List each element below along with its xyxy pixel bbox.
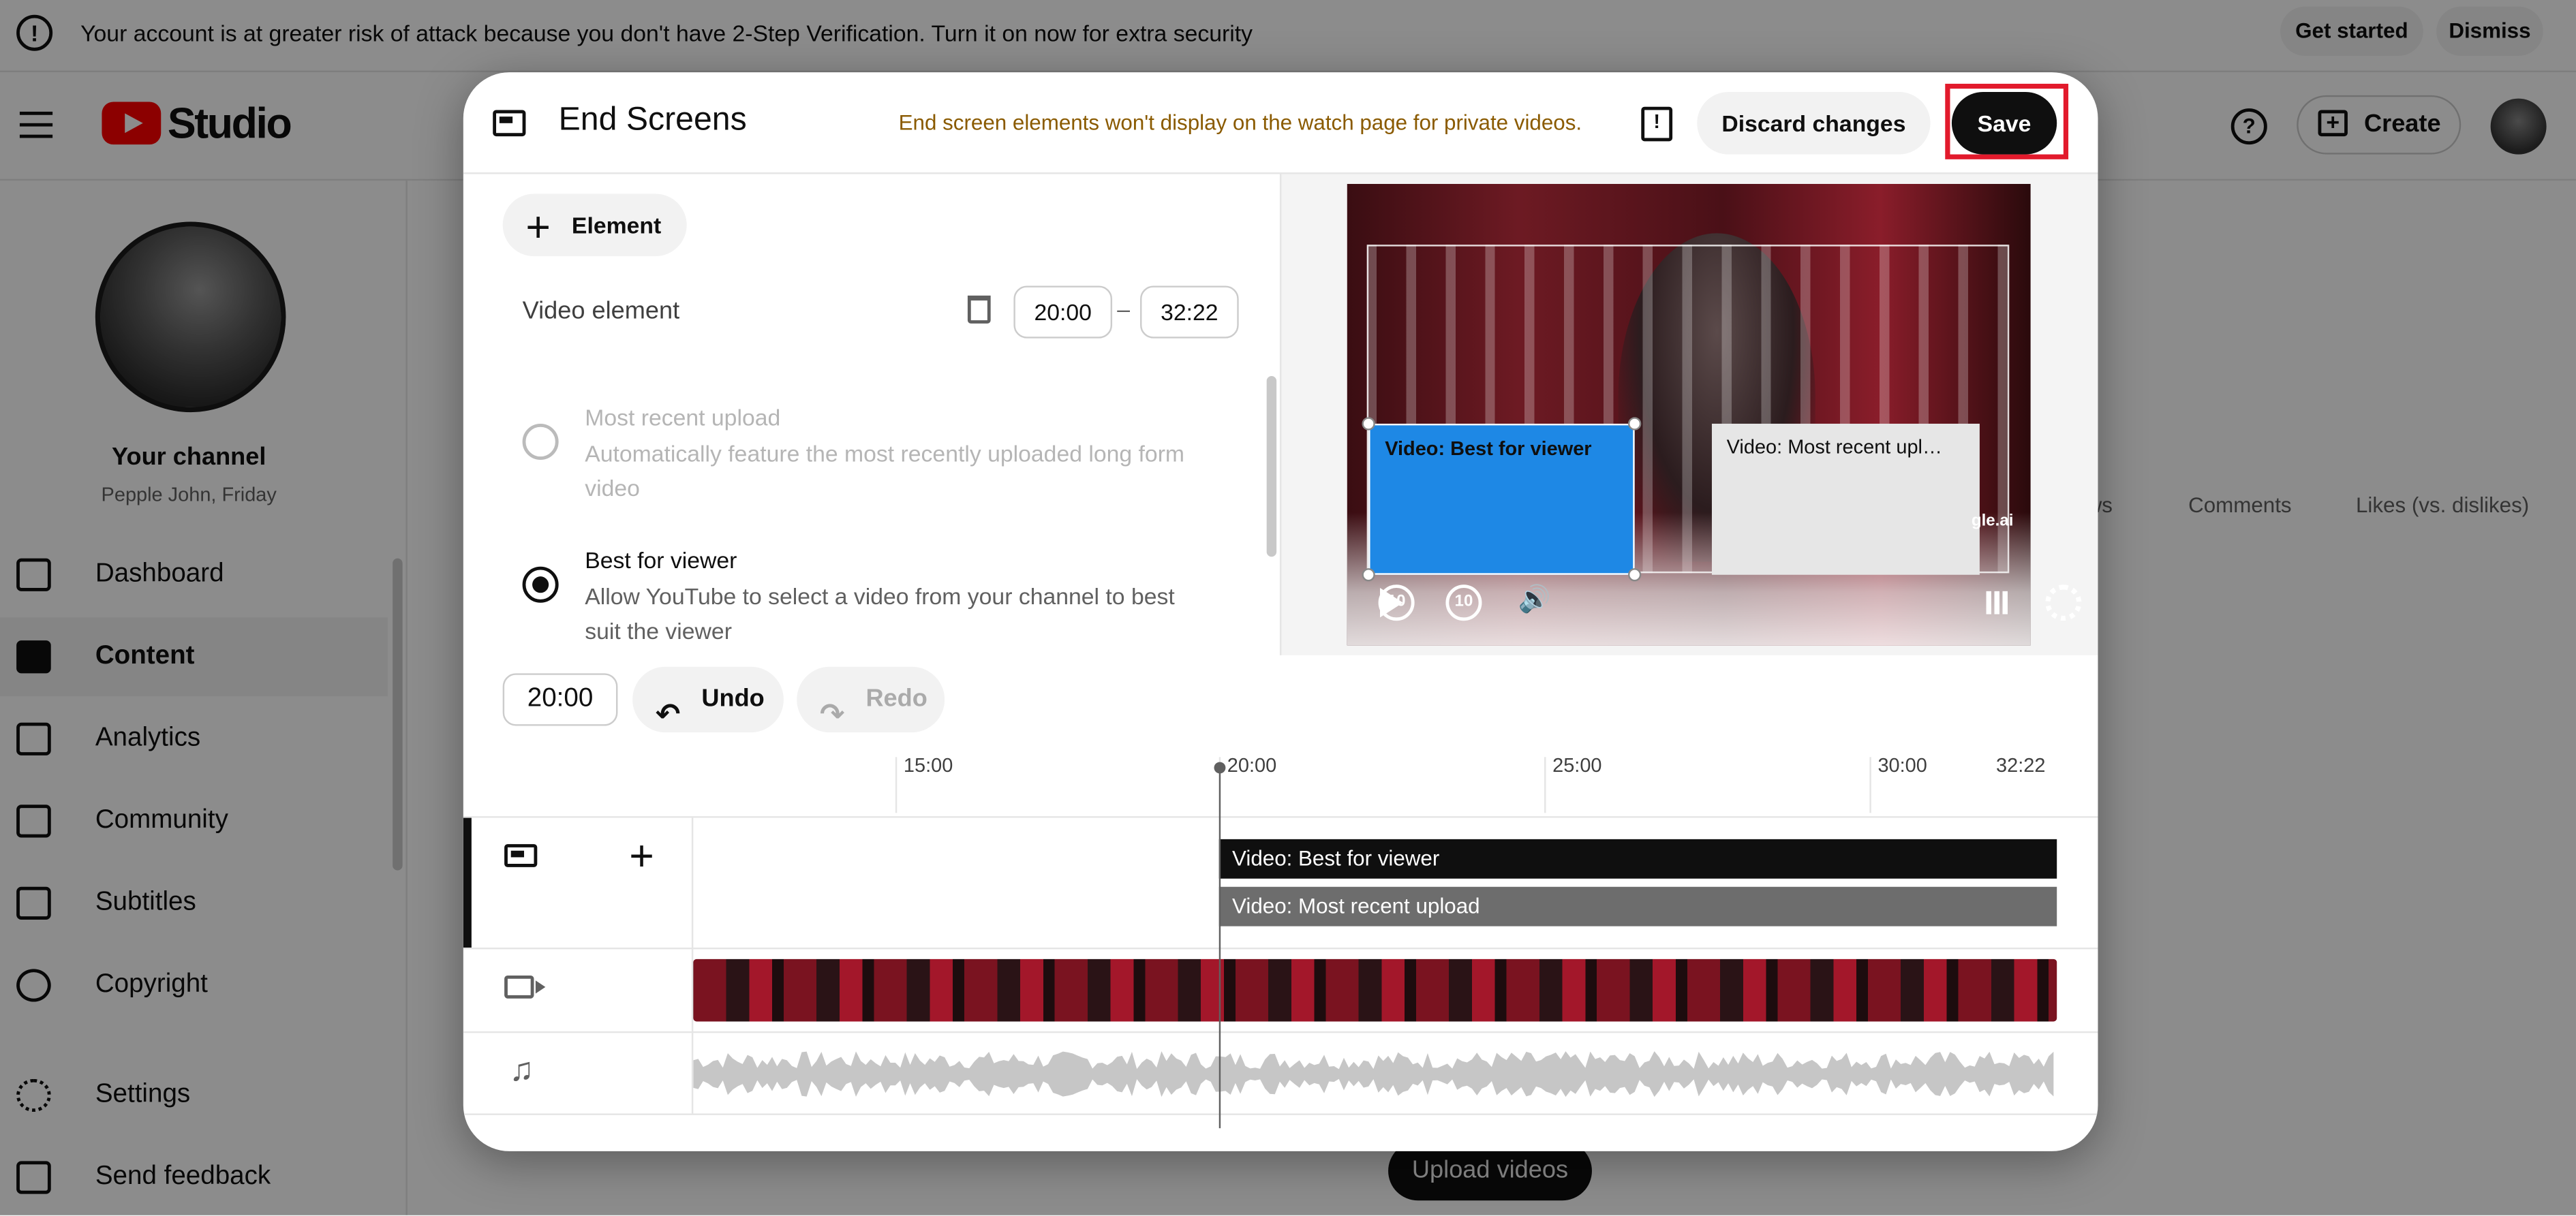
radio-best-for-viewer[interactable] [522, 566, 559, 603]
track-label-column: + [463, 817, 694, 948]
ruler-label: 30:00 [1877, 753, 1927, 777]
radio-most-recent[interactable] [522, 423, 559, 460]
resize-handle-bottom-left[interactable] [1362, 568, 1375, 582]
resize-handle-top-left[interactable] [1362, 417, 1375, 431]
resize-handle-top-right[interactable] [1628, 417, 1642, 431]
video-element-label: Video element [522, 297, 680, 326]
trash-icon[interactable] [967, 295, 991, 324]
video-track [463, 947, 2098, 1031]
preview-most-recent-element[interactable]: Video: Most recent upl… [1711, 423, 1980, 575]
preview-best-for-viewer-element[interactable]: Video: Best for viewer [1368, 423, 1635, 575]
ruler-label: 15:00 [903, 753, 953, 777]
element-end-time[interactable]: 32:22 [1140, 285, 1239, 339]
music-note-icon: ♫ [509, 1053, 534, 1089]
playhead[interactable] [1214, 762, 1226, 1129]
clip-best-for-viewer[interactable]: Video: Best for viewer [1218, 839, 2057, 879]
end-screens-dialog: End Screens End screen elements won't di… [463, 72, 2098, 1151]
clip-most-recent-upload[interactable]: Video: Most recent upload [1218, 886, 2057, 926]
timeline: 15:00 20:00 25:00 30:00 32:22 + Video: B… [463, 744, 2098, 1151]
ruler-tick [1544, 757, 1546, 813]
redo-icon: ↷ [819, 698, 845, 731]
element-panel: + Element Video element 20:00 – 32:22 Mo… [463, 174, 1280, 655]
panel-scrollbar[interactable] [1266, 376, 1277, 557]
option-most-recent-upload[interactable]: Most recent upload Automatically feature… [522, 404, 1212, 503]
video-preview-area: Video: Most recent upl… Video: Best for … [1279, 174, 2098, 655]
ruler-tick [895, 757, 898, 813]
end-screen-icon [493, 110, 526, 137]
video-filmstrip[interactable] [693, 958, 2057, 1022]
end-screen-track-icon [504, 844, 538, 867]
plus-icon: + [525, 202, 551, 251]
watermark-text: gle.ai [1971, 512, 2014, 531]
ruler-label-end: 32:22 [1996, 753, 2046, 777]
track-label-column: ♫ [463, 1033, 694, 1114]
time-range-dash: – [1117, 295, 1131, 322]
rewind-10-icon[interactable]: 10 [1378, 584, 1415, 621]
current-time-field[interactable]: 20:00 [502, 673, 618, 726]
ruler-tick [1869, 757, 1871, 813]
resize-handle-bottom-right[interactable] [1628, 568, 1642, 582]
element-start-time[interactable]: 20:00 [1013, 285, 1113, 339]
grid-icon[interactable] [1986, 591, 2010, 614]
gear-icon[interactable] [2045, 584, 2082, 621]
dialog-header: End Screens End screen elements won't di… [463, 72, 2098, 174]
add-element-button[interactable]: + Element [502, 193, 687, 257]
video-camera-icon [504, 975, 546, 999]
private-warning: End screen elements won't display on the… [898, 110, 1582, 135]
ruler-label: 20:00 [1227, 753, 1277, 777]
discard-changes-button[interactable]: Discard changes [1697, 91, 1931, 155]
track-label-column [463, 949, 694, 1031]
video-preview[interactable]: Video: Most recent upl… Video: Best for … [1347, 183, 2031, 646]
option-best-for-viewer[interactable]: Best for viewer Allow YouTube to select … [522, 547, 1212, 646]
ruler-label: 25:00 [1552, 753, 1602, 777]
audio-waveform[interactable] [693, 1049, 2057, 1098]
undo-icon: ↶ [655, 698, 681, 731]
add-track-element-icon[interactable]: + [629, 831, 654, 882]
volume-icon[interactable]: 🔊 [1518, 584, 1550, 617]
redo-button[interactable]: ↷ Redo [797, 666, 945, 733]
forward-10-icon[interactable]: 10 [1445, 584, 1482, 621]
audio-track: ♫ [463, 1031, 2098, 1115]
end-screen-track: + Video: Best for viewer Video: Most rec… [463, 816, 2098, 948]
edit-toolbar: 20:00 ↶ Undo ↷ Redo [463, 655, 2098, 744]
feedback-icon[interactable]: ! [1641, 106, 1673, 142]
dialog-title: End Screens [558, 102, 747, 138]
add-element-label: Element [571, 211, 662, 238]
undo-button[interactable]: ↶ Undo [632, 666, 784, 733]
track-accent [463, 817, 472, 948]
save-button[interactable]: Save [1951, 91, 2057, 155]
